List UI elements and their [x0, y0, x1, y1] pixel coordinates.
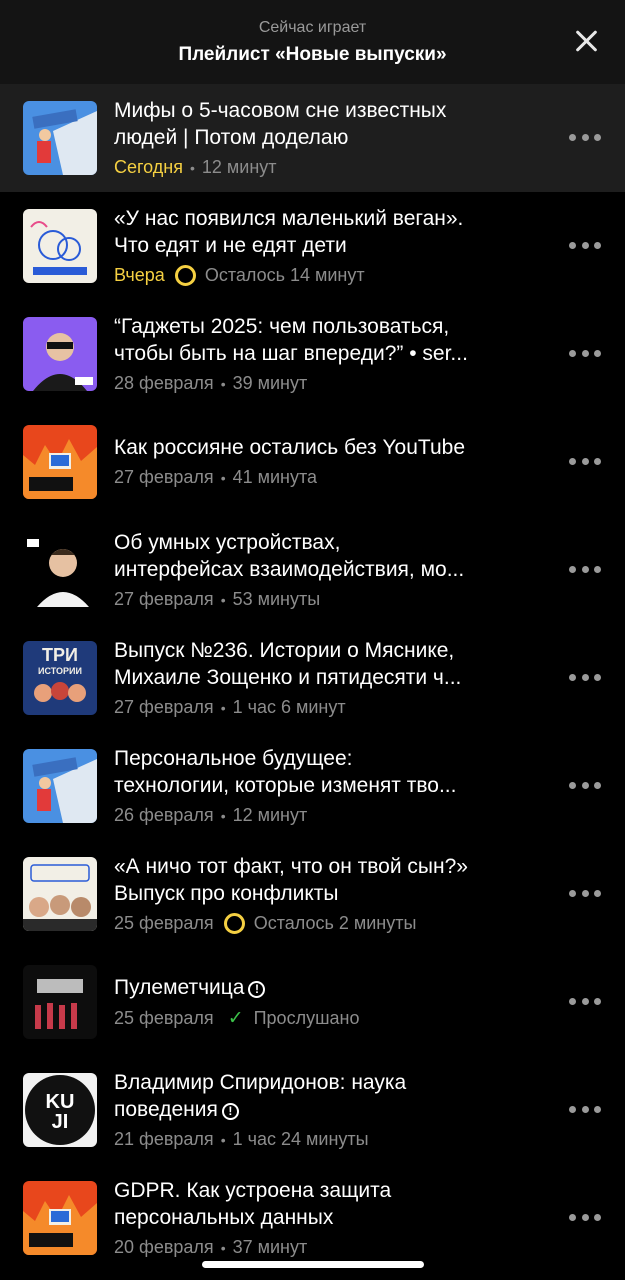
episode-row[interactable]: “Гаджеты 2025: чем пользоваться, чтобы б…: [0, 300, 625, 408]
episode-cover: [23, 749, 97, 823]
episode-date: Сегодня: [114, 157, 183, 177]
episode-title-line2: интерфейсах взаимодействия, мо...: [114, 558, 465, 581]
episode-date: 27 февраля: [114, 589, 214, 609]
episode-title-line1: Персональное будущее:: [114, 747, 353, 770]
episode-date: 27 февраля: [114, 697, 214, 717]
episode-title-line1: «А ничо тот факт, что он твой сын?»: [114, 855, 468, 878]
episode-title-line1: Об умных устройствах,: [114, 531, 341, 554]
episode-row[interactable]: Мифы о 5-часовом сне известных людей | П…: [0, 84, 625, 192]
episode-row[interactable]: Персональное будущее: технологии, которы…: [0, 732, 625, 840]
episode-cover: ТРИ ИСТОРИИ: [23, 641, 97, 715]
episode-duration: 53 минуты: [232, 589, 321, 609]
episode-date: 25 февраля: [114, 1008, 214, 1028]
episode-title-line1: Мифы о 5-часовом сне известных: [114, 99, 447, 122]
episode-date: 26 февраля: [114, 805, 214, 825]
episode-duration: 39 минут: [232, 373, 308, 393]
episode-date: Вчера: [114, 265, 165, 285]
episode-status: Прослушано: [253, 1008, 360, 1028]
in-progress-icon: [174, 265, 196, 286]
episode-date: 25 февраля: [114, 913, 214, 933]
more-options-icon[interactable]: [569, 674, 601, 682]
episode-title-line1: Как россияне остались без YouTube: [114, 436, 466, 459]
more-options-icon[interactable]: [569, 134, 601, 142]
episode-cover: [23, 533, 97, 607]
episode-row[interactable]: KU JI Владимир Спиридонов: наука поведени…: [0, 1056, 625, 1164]
episode-title-line2: персональных данных: [114, 1206, 334, 1229]
episode-title-line2: поведения: [114, 1098, 218, 1121]
episode-remaining: Осталось 2 минуты: [253, 913, 417, 933]
in-progress-icon: [223, 913, 245, 934]
episode-date: 27 февраля: [114, 467, 214, 487]
checkmark-icon: ✓: [227, 1008, 244, 1029]
episode-title-line2: чтобы быть на шаг впереди?” • ser...: [114, 342, 468, 365]
episode-title-line2: Михаиле Зощенко и пятидесяти ч...: [114, 666, 462, 689]
episode-cover: [23, 425, 97, 499]
episode-row[interactable]: «У нас появился маленький веган». Что ед…: [0, 192, 625, 300]
more-options-icon[interactable]: [569, 782, 601, 790]
episode-duration: 12 минут: [201, 157, 277, 177]
episode-row[interactable]: Пулеметчица! 25 февраля ✓ Прослушано: [0, 948, 625, 1056]
more-options-icon[interactable]: [569, 890, 601, 898]
episode-title-line2: Что едят и не едят дети: [114, 234, 347, 257]
more-options-icon[interactable]: [569, 1106, 601, 1114]
episode-cover: KU JI: [23, 1073, 97, 1147]
explicit-info-icon: !: [248, 981, 266, 998]
cover-text: KU: [46, 1091, 75, 1113]
episode-title-line1: Пулеметчица: [114, 976, 245, 999]
cover-text: JI: [52, 1111, 69, 1133]
episode-row[interactable]: Как россияне остались без YouTube 27 фев…: [0, 408, 625, 516]
episode-title-line2: Выпуск про конфликты: [114, 882, 339, 905]
episode-duration: 1 час 6 минут: [232, 697, 346, 717]
episode-title-line1: “Гаджеты 2025: чем пользоваться,: [114, 315, 450, 338]
episode-cover: [23, 857, 97, 931]
episode-title-line2: технологии, которые изменят тво...: [114, 774, 457, 797]
more-options-icon[interactable]: [569, 1214, 601, 1222]
more-options-icon[interactable]: [569, 998, 601, 1006]
episode-date: 21 февраля: [114, 1129, 214, 1149]
episode-date: 20 февраля: [114, 1237, 214, 1257]
playlist-title: Плейлист «Новые выпуски»: [178, 44, 447, 65]
episode-cover: [23, 101, 97, 175]
episode-title-line2: людей | Потом доделаю: [114, 126, 349, 149]
episode-cover: [23, 965, 97, 1039]
episode-row[interactable]: «А ничо тот факт, что он твой сын?» Выпу…: [0, 840, 625, 948]
episode-cover: [23, 317, 97, 391]
episode-duration: 41 минута: [232, 467, 318, 487]
cover-text: ИСТОРИИ: [38, 666, 82, 676]
more-options-icon[interactable]: [569, 350, 601, 358]
episode-date: 28 февраля: [114, 373, 214, 393]
episode-cover: [23, 209, 97, 283]
episode-row[interactable]: GDPR. Как устроена защита персональных д…: [0, 1164, 625, 1272]
episode-title-line1: «У нас появился маленький веган».: [114, 207, 464, 230]
close-icon[interactable]: [573, 28, 599, 54]
now-playing-label: Сейчас играет: [258, 19, 367, 36]
home-indicator[interactable]: [202, 1261, 424, 1268]
episode-duration: 37 минут: [232, 1237, 308, 1257]
episode-duration: 1 час 24 минуты: [232, 1129, 369, 1149]
more-options-icon[interactable]: [569, 242, 601, 250]
now-playing-header: Сейчас играет Плейлист «Новые выпуски»: [0, 0, 625, 84]
episode-duration: 12 минут: [232, 805, 308, 825]
explicit-info-icon: !: [221, 1103, 239, 1120]
episode-title-line1: GDPR. Как устроена защита: [114, 1179, 392, 1202]
episode-cover: [23, 1181, 97, 1255]
more-options-icon[interactable]: [569, 566, 601, 574]
episode-title-line1: Владимир Спиридонов: наука: [114, 1071, 407, 1094]
episode-row[interactable]: ТРИ ИСТОРИИ Выпуск №236. Истории о Мясник…: [0, 624, 625, 732]
episode-row[interactable]: Об умных устройствах, интерфейсах взаимо…: [0, 516, 625, 624]
episode-remaining: Осталось 14 минут: [204, 265, 365, 285]
episode-title-line1: Выпуск №236. Истории о Мяснике,: [114, 639, 455, 662]
cover-text: ТРИ: [42, 645, 78, 665]
more-options-icon[interactable]: [569, 458, 601, 466]
